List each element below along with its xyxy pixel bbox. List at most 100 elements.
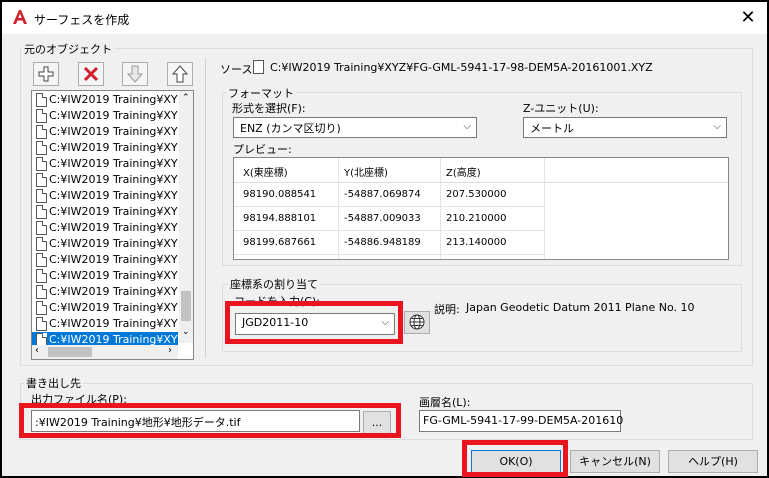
scroll-thumb[interactable] (181, 291, 191, 321)
list-item[interactable]: C:¥IW2019 Training¥XYZ¥ (32, 284, 178, 300)
list-item-label: C:¥IW2019 Training¥XYZ¥ (49, 141, 178, 154)
layer-name-input[interactable]: FG-GML-5941-17-99-DEM5A-201610 (419, 410, 624, 432)
scroll-h-thumb[interactable] (48, 347, 92, 357)
list-item-label: C:¥IW2019 Training¥XYZ¥ (49, 269, 178, 282)
source-label: ソース: (220, 63, 257, 76)
delete-x-icon (83, 66, 99, 82)
file-icon (36, 157, 47, 171)
chevron-down-icon: ⌵ (463, 121, 471, 132)
format-value: ENZ (カンマ区切り) (240, 122, 341, 135)
list-item[interactable]: C:¥IW2019 Training¥XYZ¥ (32, 156, 178, 172)
grid-cell: -54887.009033 (344, 213, 421, 224)
file-icon (253, 60, 264, 74)
list-item[interactable]: C:¥IW2019 Training¥XYZ¥ (32, 236, 178, 252)
file-icon (36, 173, 47, 187)
column-header-y: Y(北座標) (344, 168, 388, 179)
globe-icon (409, 314, 425, 330)
grid-cell: 98190.088541 (243, 189, 317, 200)
file-icon (36, 205, 47, 219)
list-item[interactable]: C:¥IW2019 Training¥XYZ¥ (32, 252, 178, 268)
desc-label: 説明: (434, 303, 460, 316)
close-icon[interactable]: ✕ (737, 7, 759, 29)
file-icon (36, 317, 47, 331)
list-item[interactable]: C:¥IW2019 Training¥XYZ¥ (32, 140, 178, 156)
row-divider (234, 206, 544, 207)
list-item-label: C:¥IW2019 Training¥XYZ¥ (49, 317, 178, 330)
list-item-label: C:¥IW2019 Training¥XYZ¥ (49, 125, 178, 138)
grid-header-row (234, 158, 728, 183)
zunit-select[interactable]: メートル ⌵ (523, 117, 727, 138)
list-item[interactable]: C:¥IW2019 Training¥XYZ¥ (32, 204, 178, 220)
list-item[interactable]: C:¥IW2019 Training¥XYZ¥ (32, 220, 178, 236)
grid-cell: 210.210000 (446, 213, 507, 224)
list-item-label: C:¥IW2019 Training¥XYZ¥ (49, 253, 178, 266)
grid-cell: -54887.069874 (344, 189, 421, 200)
grid-cell: 207.530000 (446, 189, 507, 200)
export-legend: 書き出し先 (24, 375, 83, 391)
add-button[interactable] (33, 62, 59, 86)
arrow-down-icon (126, 65, 144, 83)
preview-grid: X(東座標) Y(北座標) Z(高度) 98190.088541 -54887.… (233, 157, 729, 260)
highlight-output-file (19, 403, 401, 438)
list-item[interactable]: C:¥IW2019 Training¥XYZ¥ (32, 92, 178, 108)
preview-label: プレビュー: (233, 143, 292, 156)
list-item-label: C:¥IW2019 Training¥XYZ¥ (49, 221, 178, 234)
source-path: C:¥IW2019 Training¥XYZ¥FG-GML-5941-17-98… (270, 61, 653, 74)
coordinate-system-library-button[interactable] (404, 311, 430, 334)
column-header-x: X(東座標) (243, 168, 288, 179)
list-item-label: C:¥IW2019 Training¥XYZ¥ (49, 205, 178, 218)
source-file-list[interactable]: C:¥IW2019 Training¥XYZ¥ C:¥IW2019 Trainin… (31, 90, 194, 360)
crs-legend: 座標系の割り当て (228, 276, 320, 292)
arrow-up-icon (171, 65, 189, 83)
splitter (205, 58, 206, 358)
help-button[interactable]: ヘルプ(H) (668, 450, 758, 473)
plus-icon (38, 66, 54, 82)
column-header-z: Z(高度) (446, 168, 481, 179)
format-label: 形式を選択(F): (232, 102, 306, 115)
file-icon (36, 189, 47, 203)
list-horizontal-scrollbar[interactable]: ‹ › (32, 345, 178, 359)
scroll-up-arrow-icon[interactable]: ⌃ (182, 93, 190, 103)
list-item-label: C:¥IW2019 Training¥XYZ¥ (49, 237, 178, 250)
list-item[interactable]: C:¥IW2019 Training¥XYZ¥ (32, 124, 178, 140)
create-surface-dialog: サーフェスを作成 ✕ 元のオブジェクト C:¥IW2019 Training¥X… (0, 0, 769, 478)
format-select[interactable]: ENZ (カンマ区切り) ⌵ (233, 117, 477, 138)
move-down-button[interactable] (122, 62, 148, 86)
scroll-right-arrow-icon[interactable]: › (168, 345, 172, 356)
layer-name-label: 画層名(L): (419, 396, 471, 409)
list-item[interactable]: C:¥IW2019 Training¥XYZ¥ (32, 108, 178, 124)
column-divider (440, 158, 441, 259)
title-bar: サーフェスを作成 ✕ (2, 2, 767, 34)
file-icon (36, 93, 47, 107)
list-item-label: C:¥IW2019 Training¥XYZ¥ (49, 285, 178, 298)
move-up-button[interactable] (167, 62, 193, 86)
list-item[interactable]: C:¥IW2019 Training¥XYZ¥ (32, 300, 178, 316)
column-divider (544, 158, 545, 259)
list-item-label: C:¥IW2019 Training¥XYZ¥ (49, 173, 178, 186)
list-item[interactable]: C:¥IW2019 Training¥XYZ¥ (32, 172, 178, 188)
file-icon (36, 253, 47, 267)
column-divider (338, 158, 339, 259)
list-item[interactable]: C:¥IW2019 Training¥XYZ¥ (32, 188, 178, 204)
layer-name-value: FG-GML-5941-17-99-DEM5A-201610 (423, 414, 624, 427)
scroll-left-arrow-icon[interactable]: ‹ (35, 345, 39, 356)
file-icon (36, 125, 47, 139)
file-icon (36, 109, 47, 123)
list-item-label: C:¥IW2019 Training¥XYZ¥ (49, 109, 178, 122)
scroll-down-arrow-icon[interactable]: ⌄ (182, 327, 190, 337)
list-item[interactable]: C:¥IW2019 Training¥XYZ¥ (32, 268, 178, 284)
list-item[interactable]: C:¥IW2019 Training¥XYZ¥ (32, 316, 178, 332)
file-icon (36, 237, 47, 251)
format-legend: フォーマット (226, 85, 296, 101)
window-title: サーフェスを作成 (34, 13, 130, 27)
file-icon (36, 301, 47, 315)
autocad-logo-icon (13, 10, 27, 24)
remove-button[interactable] (78, 62, 104, 86)
grid-cell: 213.140000 (446, 237, 507, 248)
file-icon (36, 269, 47, 283)
list-item-label: C:¥IW2019 Training¥XYZ¥ (49, 189, 178, 202)
cancel-button[interactable]: キャンセル(N) (570, 450, 660, 473)
list-vertical-scrollbar[interactable]: ⌃ ⌄ (179, 91, 193, 343)
grid-cell: -54886.948189 (344, 237, 421, 248)
list-item-label: C:¥IW2019 Training¥XYZ¥ (49, 301, 178, 314)
